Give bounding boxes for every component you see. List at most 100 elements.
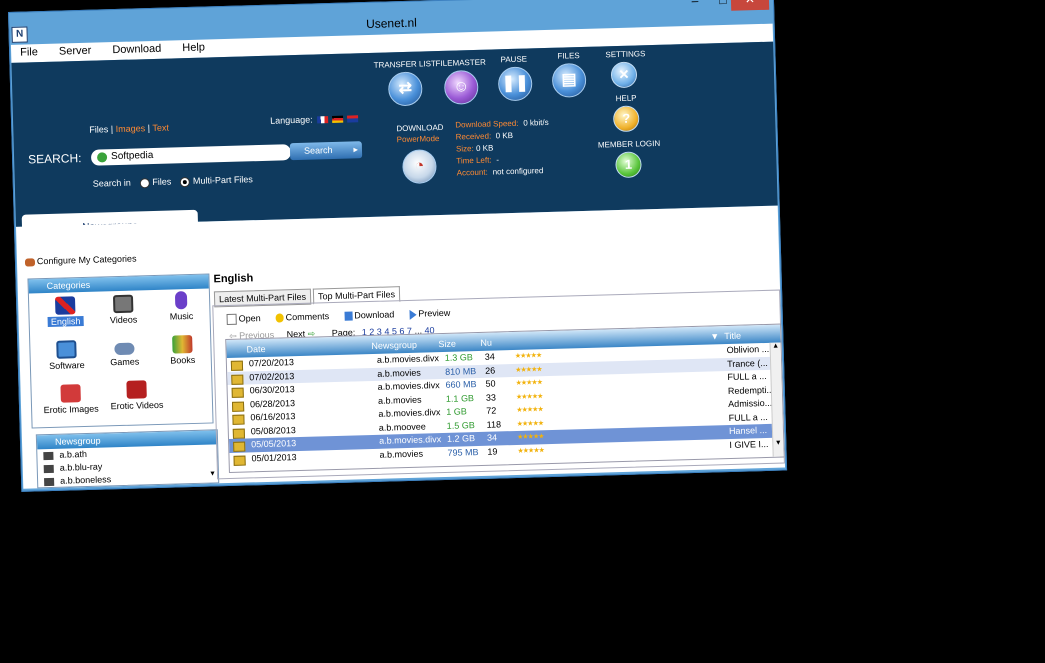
row-size: 1.1 GB <box>445 392 475 404</box>
category-erotic-images[interactable]: Erotic Images <box>35 383 106 415</box>
download-label: DOWNLOAD <box>396 122 444 134</box>
category-videos-label: Videos <box>109 314 138 326</box>
section-heading: English <box>213 272 254 286</box>
powermode-gauge-icon[interactable]: ◔ <box>402 149 437 185</box>
category-music[interactable]: Music <box>151 290 212 322</box>
comments-button[interactable]: Comments <box>275 311 336 323</box>
scroll-down-icon[interactable]: ▼ <box>209 470 216 477</box>
row-title: I GIVE I... <box>729 438 769 450</box>
row-date: 05/08/2013 <box>250 424 296 436</box>
row-size: 810 MB <box>445 365 477 377</box>
preview-button[interactable]: Preview <box>409 308 456 320</box>
size-label: Size: <box>455 144 474 154</box>
books-icon <box>172 334 193 354</box>
newsgroup-item-label: a.b.boneless <box>59 474 112 486</box>
menu-help[interactable]: Help <box>173 39 214 55</box>
close-button[interactable]: ✕ <box>730 0 770 11</box>
row-newsgroup: a.b.moovee <box>378 420 426 433</box>
search-arrow-icon: ▸ <box>353 144 359 155</box>
configure-categories[interactable]: Configure My Categories <box>24 253 137 267</box>
download-label: Download <box>354 309 395 321</box>
music-note-icon <box>174 291 188 310</box>
vertical-scrollbar[interactable]: ▲ ▼ <box>769 342 784 457</box>
results-table: Date Newsgroup Size Nu ▼ Title 07/20/201… <box>225 323 785 474</box>
scroll-up-icon[interactable]: ▲ <box>771 343 781 350</box>
newsgroup-panel: Newsgroup a.b.ath a.b.blu-ray a.b.bonele… <box>35 429 220 489</box>
member-login-button[interactable]: 1 <box>615 151 642 179</box>
gamepad-icon <box>114 342 135 356</box>
search-type-text[interactable]: Text <box>152 123 169 133</box>
col-date[interactable]: Date <box>246 344 265 355</box>
files-button[interactable]: ▤ <box>551 62 587 98</box>
col-size[interactable]: Size <box>438 339 456 349</box>
search-type-files[interactable]: Files <box>89 124 108 135</box>
row-title: Oblivion ... <box>726 343 770 356</box>
scroll-down-icon[interactable]: ▼ <box>773 440 783 447</box>
language-label: Language: <box>269 114 313 126</box>
row-number: 118 <box>486 418 502 430</box>
col-newsgroup[interactable]: Newsgroup <box>371 340 417 351</box>
flag-french-icon[interactable] <box>317 116 329 124</box>
radio-files[interactable] <box>139 177 150 189</box>
download-speed-label: Download Speed: <box>455 118 519 130</box>
time-left-label: Time Left: <box>456 155 492 166</box>
search-button-label: Search <box>303 144 333 156</box>
menu-download[interactable]: Download <box>103 40 170 56</box>
category-english-label: English <box>47 316 84 328</box>
search-button[interactable]: Search ▸ <box>289 141 363 161</box>
menu-server[interactable]: Server <box>50 42 101 58</box>
configure-categories-label: Configure My Categories <box>36 253 137 267</box>
pause-label: PAUSE <box>500 54 528 65</box>
filemaster-button[interactable]: ☺ <box>443 69 479 105</box>
status-panel: Download Speed: 0 kbit/s Received: 0 KB … <box>455 117 597 181</box>
row-title: Trance (... <box>726 357 768 369</box>
file-icon <box>232 414 245 425</box>
category-erotic-videos[interactable]: Erotic Videos <box>101 380 172 412</box>
category-games[interactable]: Games <box>94 338 155 368</box>
search-in-label: Search in <box>92 177 131 189</box>
radio-multipart[interactable] <box>179 176 191 187</box>
category-software[interactable]: Software <box>36 340 97 372</box>
row-date: 05/01/2013 <box>251 451 297 463</box>
film-icon <box>43 451 54 460</box>
category-erotic-videos-label: Erotic Videos <box>110 399 164 412</box>
file-icon <box>232 428 245 439</box>
search-type-images[interactable]: Images <box>116 123 146 134</box>
category-erotic-images-label: Erotic Images <box>43 403 99 416</box>
help-button[interactable]: ? <box>612 105 640 133</box>
row-size: 795 MB <box>447 446 479 458</box>
col-number[interactable]: Nu <box>480 338 492 348</box>
radio-files-label: Files <box>152 176 172 188</box>
category-videos[interactable]: Videos <box>93 294 154 326</box>
settings-label: SETTINGS <box>605 49 646 60</box>
radio-multipart-label: Multi-Part Files <box>192 174 253 186</box>
category-books[interactable]: Books <box>152 334 213 366</box>
search-input[interactable]: Softpedia <box>90 144 292 166</box>
open-button[interactable]: Open <box>226 313 267 326</box>
film-icon <box>44 477 55 486</box>
received-label: Received: <box>455 131 492 142</box>
search-label: SEARCH: <box>27 151 82 167</box>
users-icon <box>24 257 36 267</box>
minimize-button[interactable]: – <box>681 0 710 12</box>
film-icon <box>43 464 54 473</box>
col-title[interactable]: Title <box>724 331 741 341</box>
row-date: 07/02/2013 <box>249 370 295 382</box>
row-title: FULL a ... <box>727 370 767 383</box>
pause-button[interactable]: ❚❚ <box>497 66 533 102</box>
document-icon <box>226 313 237 326</box>
row-date: 05/05/2013 <box>251 438 297 450</box>
settings-button[interactable]: ✕ <box>610 61 638 89</box>
download-button[interactable]: Download <box>344 309 400 321</box>
row-title: Hansel ... <box>728 424 768 437</box>
comments-label: Comments <box>285 311 330 323</box>
flag-german-icon[interactable] <box>332 115 344 123</box>
member-login-label: MEMBER LOGIN <box>597 138 661 150</box>
category-english[interactable]: English <box>35 296 96 328</box>
flag-uk-icon[interactable] <box>347 115 359 123</box>
row-title: FULL a ... <box>728 411 768 423</box>
transfer-list-button[interactable]: ⇄ <box>387 71 423 107</box>
row-date: 06/28/2013 <box>249 397 296 409</box>
table-body: 07/20/2013 a.b.movies.divx 1.3 GB 34 ★★★★★ Ob… <box>227 343 784 466</box>
menu-file[interactable]: File <box>11 44 47 59</box>
